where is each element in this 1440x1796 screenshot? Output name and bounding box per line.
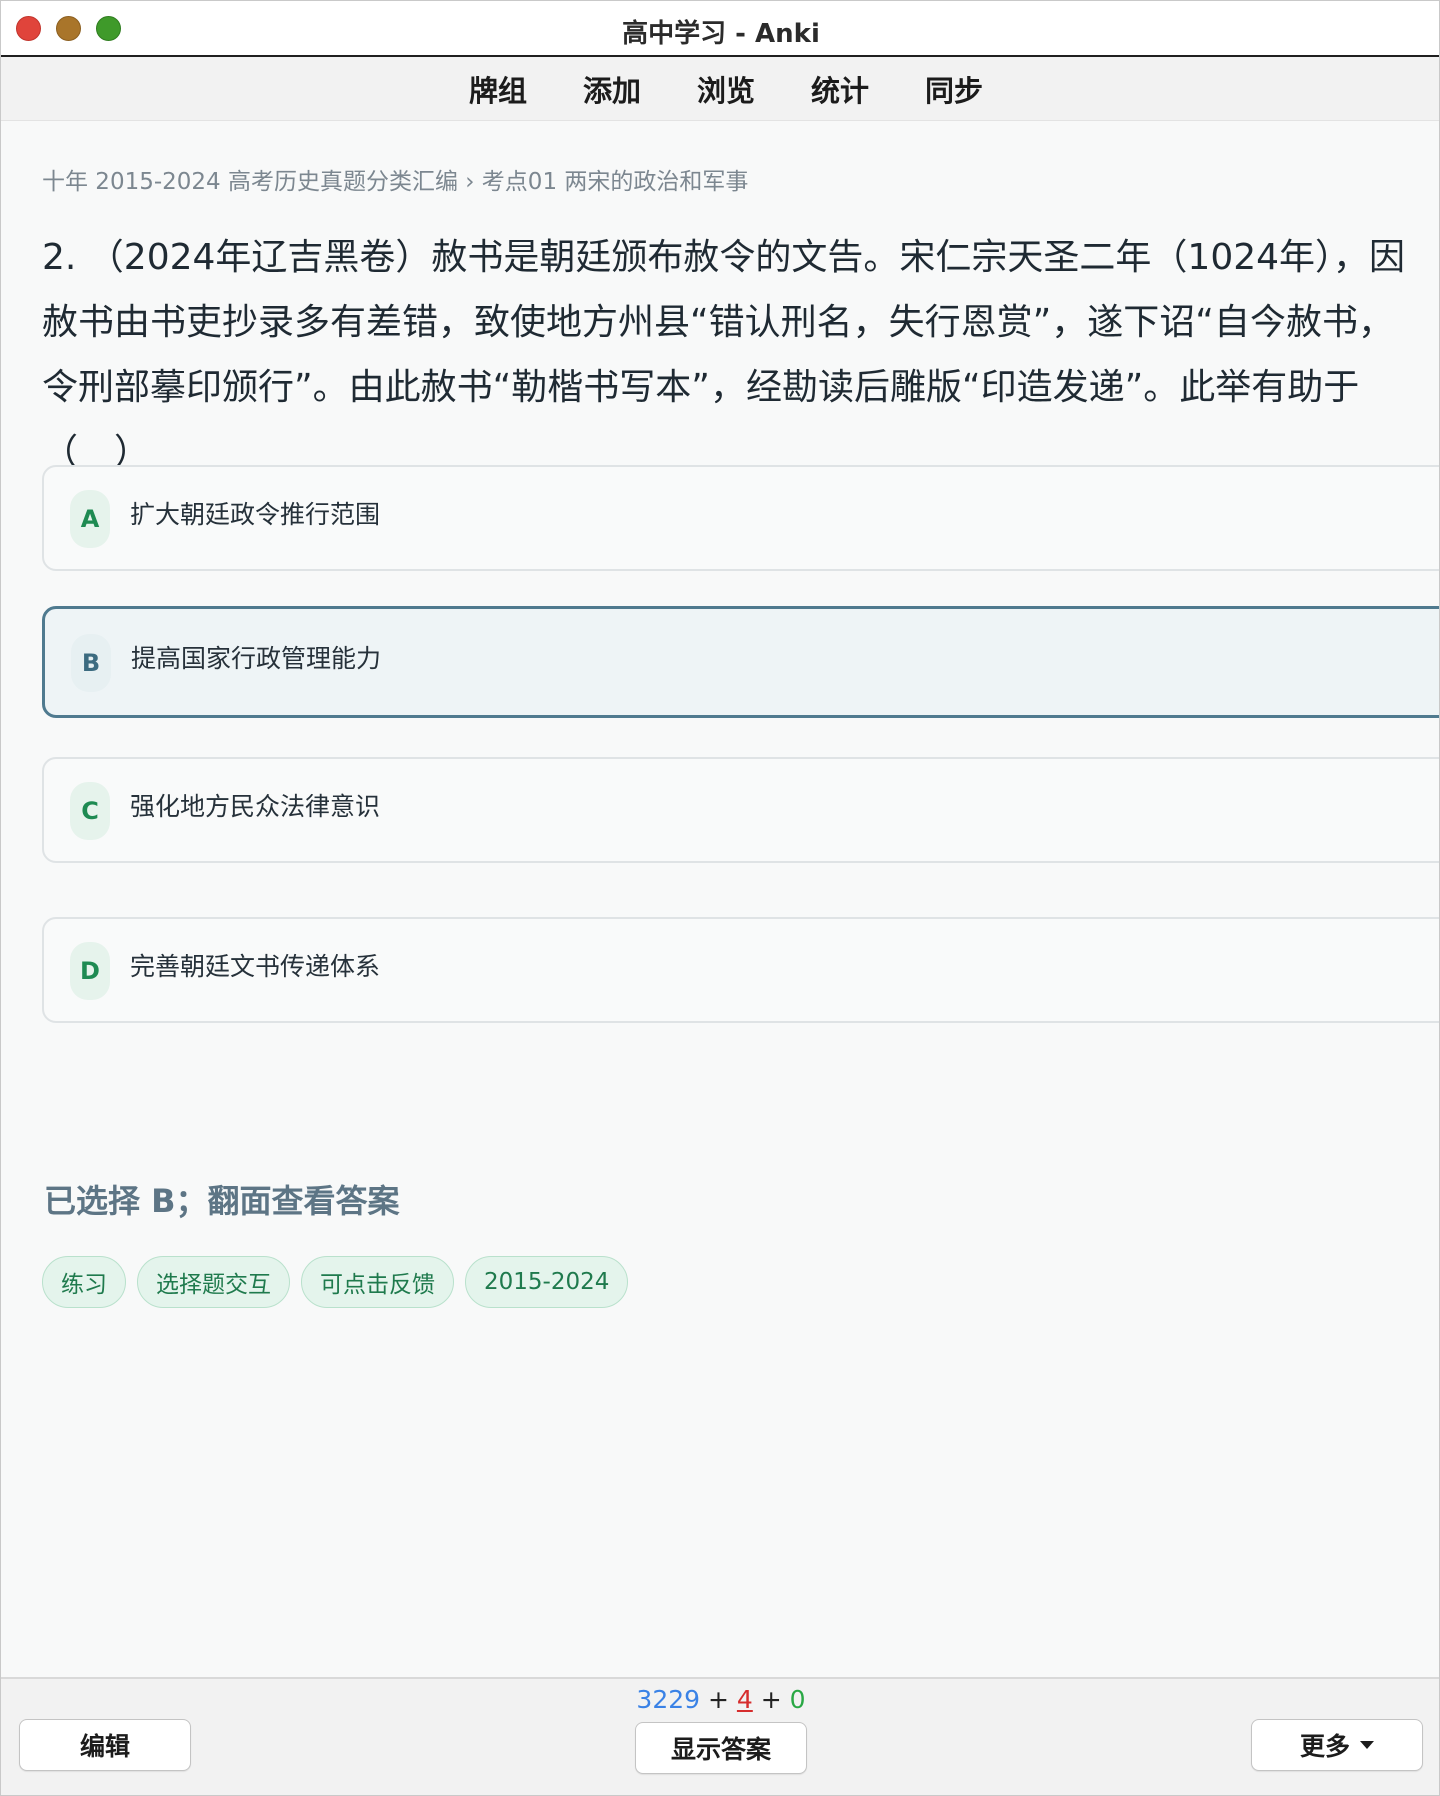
option-text: 完善朝廷文书传递体系: [130, 952, 381, 981]
nav-sync[interactable]: 同步: [897, 68, 1011, 110]
review-card: 十年 2015-2024 高考历史真题分类汇编 › 考点01 两宋的政治和军事 …: [1, 122, 1439, 1677]
nav-stats[interactable]: 统计: [783, 68, 897, 110]
option-letter: A: [70, 490, 110, 548]
tag-year-range[interactable]: 2015-2024: [465, 1256, 629, 1308]
nav-browse[interactable]: 浏览: [669, 68, 783, 110]
more-button[interactable]: 更多: [1251, 1719, 1423, 1771]
option-d[interactable]: D 完善朝廷文书传递体系: [42, 917, 1439, 1023]
plus-sign: +: [708, 1685, 729, 1714]
tag-list: 练习 选择题交互 可点击反馈 2015-2024: [42, 1256, 629, 1308]
option-letter: D: [70, 942, 110, 1000]
edit-button-label: 编辑: [79, 1732, 130, 1761]
breadcrumb: 十年 2015-2024 高考历史真题分类汇编 › 考点01 两宋的政治和军事: [42, 169, 749, 195]
plus-sign: +: [760, 1685, 782, 1714]
option-text: 强化地方民众法律意识: [130, 792, 381, 821]
title-bar: 高中学习 - Anki: [1, 1, 1439, 57]
bottom-bar: 3229 + 4 + 0 编辑 显示答案 更多: [1, 1677, 1439, 1795]
question-text: 2. （2024年辽吉黑卷）赦书是朝廷颁布赦令的文告。宋仁宗天圣二年（1024年…: [42, 237, 1406, 473]
option-text: 提高国家行政管理能力: [131, 644, 382, 673]
option-b[interactable]: B 提高国家行政管理能力: [42, 606, 1439, 718]
window-title: 高中学习 - Anki: [622, 19, 820, 49]
review-count: 0: [789, 1685, 806, 1714]
more-button-label: 更多: [1299, 1732, 1350, 1761]
anki-window: 高中学习 - Anki 牌组 添加 浏览 统计 同步 十年 2015-2024 …: [0, 0, 1440, 1796]
edit-button[interactable]: 编辑: [19, 1719, 191, 1771]
tag-practice[interactable]: 练习: [42, 1256, 126, 1308]
due-counts: 3229 + 4 + 0: [1, 1685, 1439, 1714]
show-answer-label: 显示答案: [670, 1735, 771, 1764]
option-c[interactable]: C 强化地方民众法律意识: [42, 757, 1439, 863]
selection-status: 已选择 B；翻面查看答案: [44, 1182, 400, 1220]
nav-decks[interactable]: 牌组: [441, 68, 555, 110]
option-text: 扩大朝廷政令推行范围: [130, 500, 381, 529]
option-letter: C: [70, 782, 110, 840]
tag-clickable-feedback[interactable]: 可点击反馈: [301, 1256, 454, 1308]
option-letter: B: [71, 634, 111, 692]
learn-count: 4: [736, 1685, 753, 1714]
top-nav: 牌组 添加 浏览 统计 同步: [1, 57, 1439, 121]
show-answer-button[interactable]: 显示答案: [635, 1722, 807, 1774]
caret-down-icon: [1360, 1741, 1374, 1749]
option-a[interactable]: A 扩大朝廷政令推行范围: [42, 465, 1439, 571]
tag-choice-interaction[interactable]: 选择题交互: [137, 1256, 290, 1308]
new-count: 3229: [636, 1685, 701, 1714]
nav-add[interactable]: 添加: [555, 68, 669, 110]
